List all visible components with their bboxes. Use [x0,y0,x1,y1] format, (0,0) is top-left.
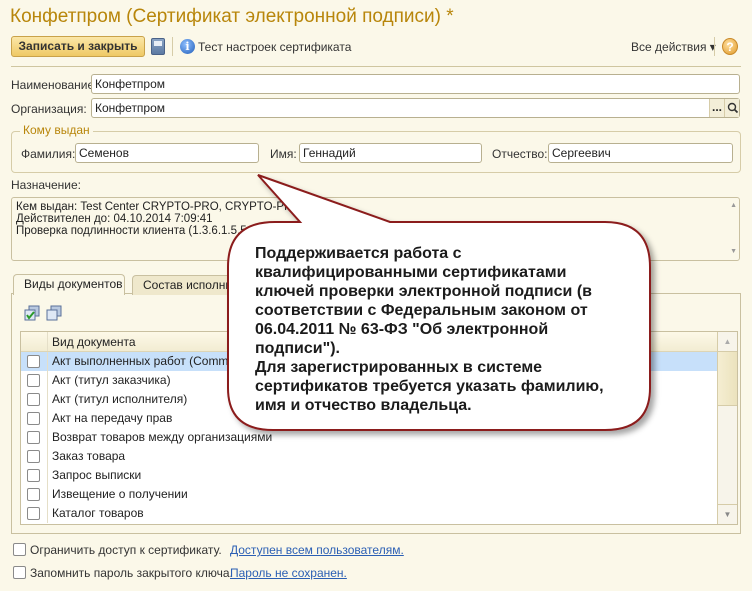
row-checkbox[interactable] [27,355,40,368]
row-checkbox[interactable] [27,374,40,387]
remember-password-checkbox[interactable] [13,566,26,579]
row-label: Возврат товаров между организациями [52,430,273,444]
save-icon[interactable] [151,38,165,55]
first-name-input[interactable]: Геннадий [299,143,482,163]
purpose-label: Назначение: [11,178,82,192]
table-row[interactable]: Возврат товаров между организациями [21,428,717,447]
window-title: Конфетпром (Сертификат электронной подпи… [10,6,454,27]
name-input[interactable]: Конфетпром [91,74,740,94]
purpose-line: Проверка подлинности клиента (1.3.6.1.5.… [16,225,280,237]
uncheck-all-icon[interactable] [46,305,62,324]
callout-line: Поддерживается работа с [255,245,462,262]
remember-password-label: Запомнить пароль закрытого ключа. [30,566,233,580]
name-label: Наименование: [11,78,98,92]
search-icon[interactable] [724,99,739,117]
callout-line: имя и отчество владельца. [255,397,472,414]
all-actions-menu[interactable]: Все действия ▾ [631,40,716,54]
purpose-line: Действителен до: 04.10.2014 7:09:41 [16,213,213,225]
scrollbar-thumb[interactable] [718,352,737,406]
row-label: Акт (титул исполнителя) [52,392,188,406]
callout-line: сертификатов требуется указать фамилию, [255,378,604,395]
callout-line: подписи"). [255,340,340,357]
header-divider [11,66,741,67]
callout-line: ключей проверки электронной подписи (в [255,283,592,300]
patronymic-input[interactable]: Сергеевич [548,143,733,163]
table-scrollbar[interactable]: ▲ ▼ [717,332,737,524]
table-row[interactable]: Каталог товаров [21,504,717,523]
callout-text: Поддерживается работа с квалифицированным… [255,244,604,415]
organization-select-button[interactable]: ... [709,99,724,117]
tab-document-types[interactable]: Виды документов [13,274,125,295]
scroll-down-icon[interactable]: ▼ [718,504,737,524]
callout-line: Для зарегистрированных в системе [255,359,543,376]
access-link[interactable]: Доступен всем пользователям. [230,543,404,557]
surname-label: Фамилия: [21,147,76,161]
organization-input[interactable]: Конфетпром [91,98,740,118]
scroll-up-icon[interactable]: ▲ [718,332,737,352]
table-row[interactable]: Заказ товара [21,447,717,466]
row-label: Извещение о получении [52,487,188,501]
test-settings-button[interactable]: Тест настроек сертификата [198,40,351,54]
toolbar-separator [172,37,173,56]
row-label: Акт выполненных работ (CommerceML) [52,354,273,368]
toolbar-separator [714,37,715,56]
scroll-down-icon[interactable]: ▼ [730,246,737,258]
callout-line: 06.04.2011 № 63-ФЗ "Об электронной [255,321,549,338]
surname-input[interactable]: Семенов [75,143,259,163]
row-label: Заказ товара [52,449,126,463]
password-link[interactable]: Пароль не сохранен. [230,566,347,580]
row-label: Акт (титул заказчика) [52,373,171,387]
restrict-access-label: Ограничить доступ к сертификату. [30,543,222,557]
row-checkbox[interactable] [27,469,40,482]
row-label: Запрос выписки [52,468,142,482]
callout-line: квалифицированными сертификатами [255,264,567,281]
table-row[interactable]: Извещение о получении [21,485,717,504]
purpose-line: Кем выдан: Test Center CRYPTO-PRO, CRYPT… [16,201,302,213]
row-checkbox[interactable] [27,488,40,501]
row-checkbox[interactable] [27,431,40,444]
organization-label: Организация: [11,102,87,116]
first-name-label: Имя: [270,147,297,161]
scroll-up-icon[interactable]: ▲ [730,200,737,212]
issued-to-legend: Кому выдан [20,123,93,137]
row-checkbox[interactable] [27,507,40,520]
save-close-button[interactable]: Записать и закрыть [11,36,145,57]
column-header-document-type[interactable]: Вид документа [52,335,136,349]
help-icon[interactable]: ? [722,38,738,55]
row-checkbox[interactable] [27,450,40,463]
tab-executors[interactable]: Состав исполнителей [132,275,276,295]
info-icon[interactable]: i [180,39,195,54]
row-checkbox[interactable] [27,393,40,406]
table-row[interactable]: Запрос выписки [21,466,717,485]
check-all-icon[interactable] [24,305,40,324]
row-checkbox[interactable] [27,412,40,425]
row-label: Акт на передачу прав [52,411,173,425]
patronymic-label: Отчество: [492,147,548,161]
row-label: Каталог товаров [52,506,144,520]
restrict-access-checkbox[interactable] [13,543,26,556]
callout-line: соответствии с Федеральным законом от [255,302,588,319]
